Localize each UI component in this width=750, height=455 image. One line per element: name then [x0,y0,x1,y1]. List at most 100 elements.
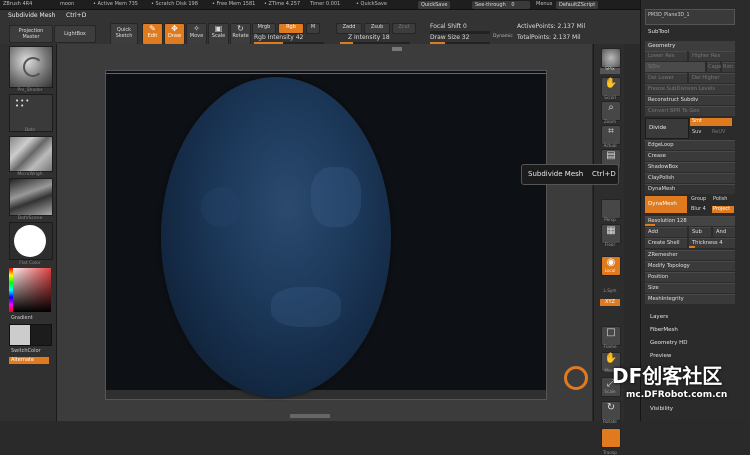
cage-button[interactable]: Cage [707,62,721,72]
reuv-button[interactable]: ReUV [712,130,725,135]
claypolish-section[interactable]: ClayPolish [645,173,735,183]
subdivide-tooltip: Subdivide Mesh Ctrl+D [521,164,619,185]
resolution-slider[interactable]: Resolution 128 [645,216,735,226]
aahalf-icon: ▤ [606,150,616,161]
dynamic-button[interactable]: Dynamic [493,34,513,40]
rstr-button[interactable]: Rstr [722,62,735,72]
dynamesh-section[interactable]: DynaMesh [645,184,735,194]
rotate-button[interactable]: ↻ Rotate [230,23,251,45]
shadowbox-section[interactable]: ShadowBox [645,162,735,172]
scale-button[interactable]: ▣ Scale [208,23,229,45]
draw-button[interactable]: ✥ Draw [164,23,185,45]
frame-button[interactable]: □ [601,326,621,346]
sdiv-slider[interactable]: SDiv [645,62,705,72]
quick-sketch-button[interactable]: Quick Sketch [110,23,138,45]
and-button[interactable]: And [713,227,735,237]
geometry-hd-header[interactable]: Geometry HD [650,340,740,346]
del-lower-button[interactable]: Del Lower [645,73,687,83]
actual-button[interactable]: ⌗ [601,125,621,145]
mrgb-button[interactable]: Mrgb [252,23,276,34]
preview-header[interactable]: Preview [650,353,740,359]
projection-master-button[interactable]: Projection Master [9,25,53,43]
zoom-button[interactable]: ⌕ [601,101,621,121]
zadd-button[interactable]: Zadd [336,23,362,34]
thickness-fill [689,246,695,248]
zremesher-section[interactable]: ZRemesher [645,250,735,260]
bottom-scroll-handle[interactable] [290,414,330,418]
higher-res-button[interactable]: Higher Res [689,51,735,61]
blur-slider[interactable]: Blur 4 [691,207,706,212]
polyframe-button[interactable] [601,428,621,448]
hue-strip[interactable] [9,268,13,312]
lsym-label[interactable]: L.Sym [596,288,624,293]
texture-thumbnail[interactable] [9,178,53,216]
group-toggle[interactable]: Group [691,197,706,202]
quicksave-button[interactable]: QuickSave [418,1,451,9]
menus-toggle[interactable]: Menus [536,2,552,7]
local-button[interactable]: ◉ [601,256,621,276]
moon-sphere-mesh[interactable] [161,77,391,397]
thickness-slider[interactable]: Thickness 4 [689,238,735,248]
crease-label: Crease [648,153,666,159]
zsub-button[interactable]: Zsub [364,23,390,34]
convert-bpr-button[interactable]: Convert BPR To Geo [645,106,735,116]
canvas-area[interactable] [105,70,547,400]
see-through-slider[interactable]: See-through 0 [472,1,530,9]
spix-slider[interactable]: SPix [600,67,620,74]
create-shell-button[interactable]: Create Shell [645,238,687,248]
main-color-swatch[interactable] [9,324,31,346]
project-toggle[interactable]: Project [712,206,734,213]
fibermesh-header[interactable]: FiberMesh [650,327,740,333]
zscript-button[interactable]: DefaultZScript [556,1,599,9]
crease-section[interactable]: Crease [645,151,735,161]
subdivide-title: Subdivide Mesh [8,12,56,19]
sub-button[interactable]: Sub [689,227,711,237]
and-label: And [716,229,727,235]
rotate-label: Rotate [232,33,249,39]
floor-button[interactable]: ▦ [601,224,621,244]
divide-button[interactable]: Divide [645,118,689,139]
gradient-label[interactable]: Gradient [11,316,33,321]
visibility-header[interactable]: Visibility [650,406,740,412]
del-higher-button[interactable]: Del Higher [689,73,735,83]
material-thumbnail[interactable] [9,222,53,260]
add-button[interactable]: Add [645,227,687,237]
edgeloop-section[interactable]: EdgeLoop [645,140,735,150]
size-section[interactable]: Size [645,283,735,293]
smt-toggle[interactable]: Smt [690,118,732,126]
actual-icon: ⌗ [608,126,614,137]
suv-toggle[interactable]: Suv [692,130,701,135]
stroke-thumbnail[interactable]: ••• •• [9,94,53,132]
zcut-button[interactable]: Zcut [392,23,416,34]
transp-label: Transp [603,450,617,455]
reconstruct-subdiv-button[interactable]: Reconstruct Subdiv [645,95,735,105]
layers-header[interactable]: Layers [650,314,740,320]
switchcolor-button[interactable]: SwitchColor [11,349,41,354]
crater-patch [271,287,341,327]
top-scroll-handle[interactable] [392,47,402,51]
color-picker[interactable] [9,268,51,312]
meshintegrity-section[interactable]: MeshIntegrity [645,294,735,304]
secondary-color-swatch[interactable] [30,324,52,346]
geometry-header[interactable]: Geometry [645,41,735,51]
alpha-thumbnail[interactable] [9,136,53,172]
lightbox-button[interactable]: LightBox [54,25,96,43]
alternate-button[interactable]: Alternate [9,357,49,364]
tool-thumbnail[interactable]: PM3D_Plane3D_1 [645,9,735,25]
position-section[interactable]: Position [645,272,735,282]
dynamesh-button[interactable]: DynaMesh [645,196,687,213]
scroll-button[interactable]: ✋ [601,77,621,97]
edit-button[interactable]: ✎ Edit [142,23,163,45]
polish-toggle[interactable]: Polish [713,197,727,202]
rotate-view-button[interactable]: ↻ [601,401,621,421]
xyz-button[interactable]: XYZ [600,299,620,306]
persp-button[interactable] [601,199,621,219]
move-button[interactable]: ✧ Move [186,23,207,45]
subtool-header[interactable]: SubTool [648,29,738,35]
lower-res-button[interactable]: Lower Res [645,51,687,61]
brush-thumbnail[interactable] [9,46,53,88]
rgb-button[interactable]: Rgb [278,23,304,34]
m-button[interactable]: M [306,23,320,34]
modify-topology-section[interactable]: Modify Topology [645,261,735,271]
freeze-subdiv-button[interactable]: Freeze SubDivision Levels [645,84,735,94]
